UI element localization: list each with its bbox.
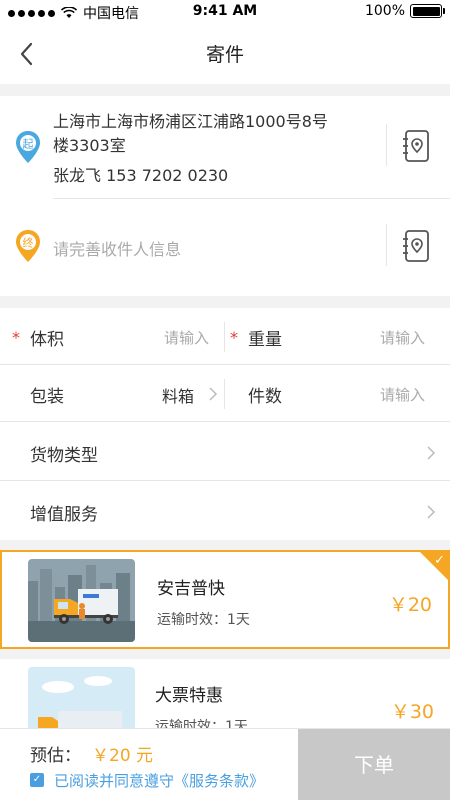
service-name: 大票特惠 [155, 686, 223, 706]
service-name: 安吉普快 [157, 579, 225, 599]
service-option-anji[interactable]: 安吉普快 运输时效：1天 ￥20 ✓ [0, 550, 450, 649]
service-delivery-time: 运输时效：1天 [155, 719, 248, 728]
estimate-label: 预估： [30, 746, 81, 766]
battery-percent: 100% [364, 3, 405, 19]
submit-order-button[interactable]: 下单 [298, 729, 450, 800]
svg-text:终: 终 [23, 236, 34, 250]
estimate-price: ￥20 元 [92, 746, 154, 766]
start-pin-icon: 起 [16, 131, 40, 163]
sender-address-line2: 楼3303室 [53, 136, 126, 155]
weight-label: 重量 [248, 330, 282, 350]
end-pin-icon: 终 [16, 230, 40, 262]
battery-icon [410, 4, 445, 18]
address-card: 起 上海市上海市杨浦区江浦路1000号8号 楼3303室 张龙飞 153 720… [0, 96, 450, 296]
service-option-datp[interactable]: 大票特惠 运输时效：1天 ￥30 [0, 659, 450, 728]
count-input[interactable]: 请输入 [380, 384, 425, 405]
svg-text:起: 起 [23, 138, 34, 151]
agreement-link[interactable]: 已阅读并同意遵守《服务条款》 [54, 770, 264, 791]
volume-label: 体积 [30, 330, 64, 350]
cargo-form: * 体积 请输入 * 重量 请输入 包装 料箱 件数 请输入 货物类型 增值服务 [0, 308, 450, 540]
chevron-right-icon [427, 446, 436, 460]
count-label: 件数 [248, 387, 282, 407]
sender-contact: 张龙飞 153 7202 0230 [53, 166, 229, 185]
required-mark: * [12, 328, 20, 347]
weight-input[interactable]: 请输入 [380, 327, 425, 348]
service-price: ￥30 [390, 701, 434, 723]
agreement-checkbox[interactable]: ✓ [30, 773, 44, 787]
sender-address-book-icon[interactable] [402, 130, 432, 162]
chevron-right-icon [209, 387, 218, 401]
receiver-address-book-icon[interactable] [402, 230, 432, 262]
chevron-right-icon [427, 505, 436, 519]
check-icon: ✓ [434, 553, 445, 568]
nav-bar: 寄件 [0, 24, 450, 84]
required-mark: * [230, 328, 238, 347]
bottom-bar: 预估： ￥20 元 ✓ 已阅读并同意遵守《服务条款》 下单 [0, 728, 450, 800]
truck-image [28, 559, 135, 642]
value-added-label: 增值服务 [30, 505, 98, 525]
package-select[interactable]: 料箱 [162, 383, 194, 407]
cargo-type-row[interactable]: 货物类型 [0, 422, 450, 481]
value-added-row[interactable]: 增值服务 [0, 481, 450, 540]
service-price: ￥20 [388, 594, 432, 616]
service-delivery-time: 运输时效：1天 [157, 612, 250, 628]
status-bar: 中国电信 9:41 AM 100% [0, 0, 450, 24]
receiver-placeholder: 请完善收件人信息 [53, 240, 182, 259]
page-title: 寄件 [205, 44, 244, 66]
volume-weight-row: * 体积 请输入 * 重量 请输入 [0, 308, 450, 365]
truck-image [28, 667, 135, 728]
volume-input[interactable]: 请输入 [164, 327, 209, 348]
cargo-type-label: 货物类型 [30, 446, 98, 466]
package-count-row: 包装 料箱 件数 请输入 [0, 365, 450, 422]
sender-address-line1: 上海市上海市杨浦区江浦路1000号8号 [53, 112, 328, 131]
package-label: 包装 [30, 387, 64, 407]
